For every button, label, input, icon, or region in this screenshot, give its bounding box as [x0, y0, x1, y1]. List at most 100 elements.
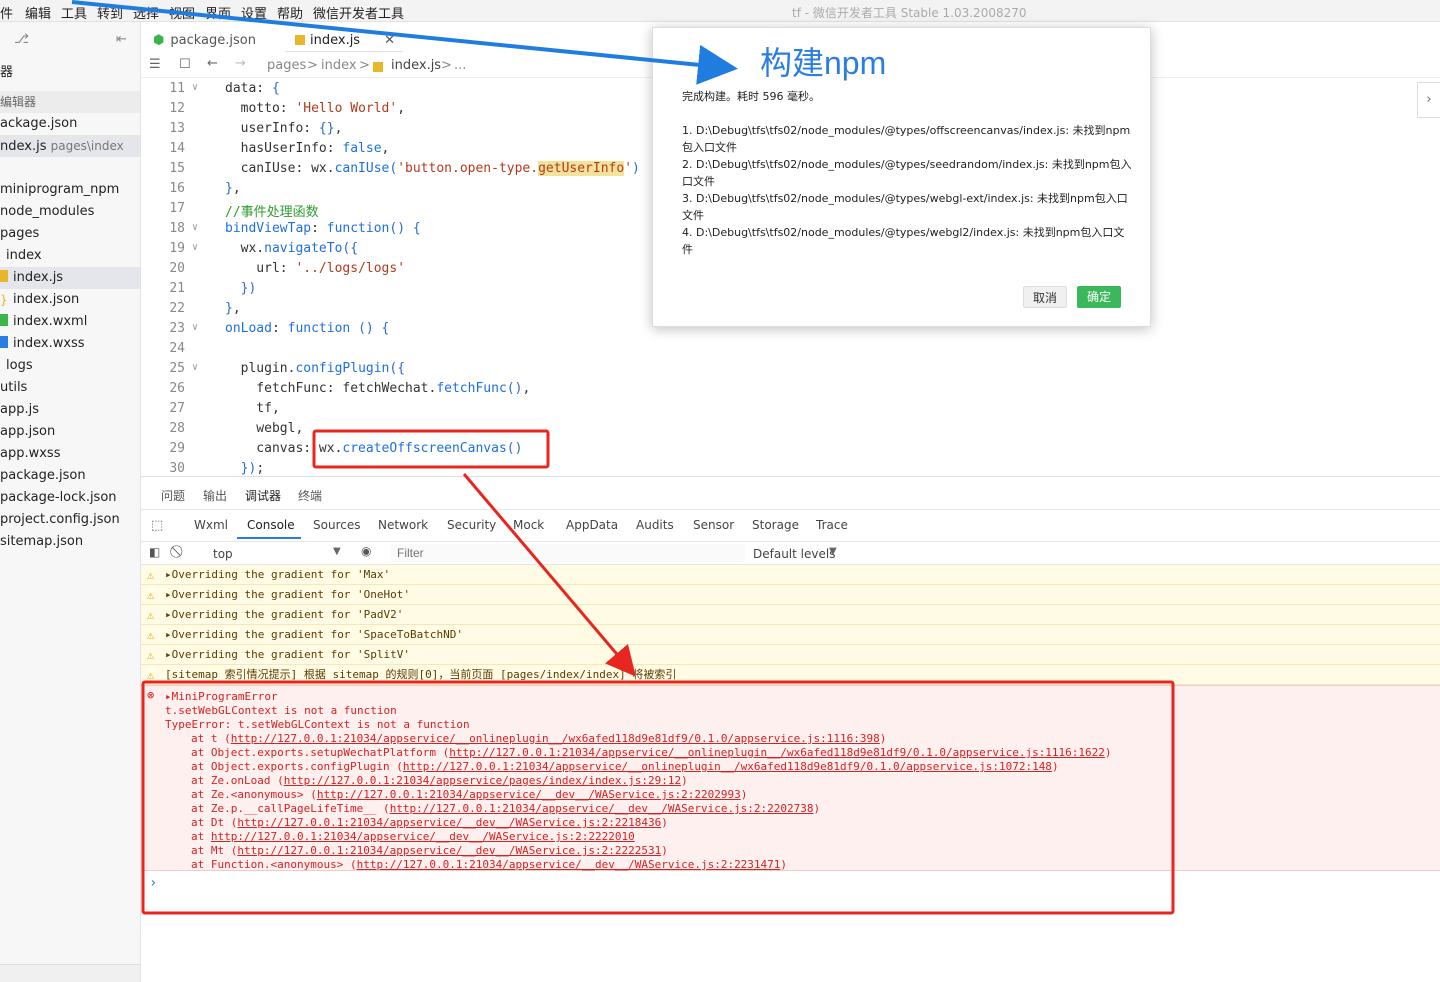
dialog-title: 构建npm: [760, 45, 887, 81]
chevron-down-icon[interactable]: ▼: [333, 546, 341, 557]
tab-security[interactable]: Security: [447, 518, 496, 532]
fold-chevron-icon[interactable]: ∨: [192, 82, 198, 93]
log-level-select[interactable]: Default levels: [753, 547, 835, 561]
menu-edit[interactable]: 编辑: [25, 3, 51, 22]
back-arrow-icon[interactable]: ←: [207, 56, 218, 71]
tree-item-pages[interactable]: pages: [0, 223, 140, 245]
menu-file[interactable]: 件: [0, 3, 13, 22]
menu-interface[interactable]: 界面: [205, 3, 231, 22]
tab-mock[interactable]: Mock: [513, 518, 544, 532]
menu-help[interactable]: 帮助: [277, 3, 303, 22]
menu-view[interactable]: 视图: [169, 3, 195, 22]
fold-chevron-icon[interactable]: ∨: [192, 362, 198, 373]
stack-link[interactable]: http://127.0.0.1:21034/appservice/pages/…: [284, 774, 681, 787]
tab-wxml[interactable]: Wxml: [194, 518, 228, 532]
console-warning[interactable]: ⚠ [sitemap 索引情况提示] 根据 sitemap 的规则[0]，当前页面…: [141, 665, 1440, 685]
line-number: 15: [169, 161, 185, 176]
fold-chevron-icon[interactable]: ∨: [192, 242, 198, 253]
open-file-package-json[interactable]: ackage.json: [0, 113, 140, 135]
tab-sources[interactable]: Sources: [313, 518, 360, 532]
tree-item-node-modules[interactable]: node_modules: [0, 201, 140, 223]
tree-item-miniprogram-npm[interactable]: miniprogram_npm: [0, 179, 140, 201]
ok-button[interactable]: 确定: [1077, 286, 1121, 308]
tree-item-utils[interactable]: utils: [0, 377, 140, 399]
tree-item-app-js[interactable]: app.js: [0, 399, 140, 421]
breadcrumb-pages[interactable]: pages: [267, 58, 306, 73]
tree-item-index-folder[interactable]: index: [0, 245, 140, 267]
error-title[interactable]: ▸MiniProgramError: [165, 690, 278, 703]
breadcrumb-more[interactable]: ...: [454, 58, 466, 73]
open-editors-header[interactable]: 编辑器: [0, 91, 140, 113]
console-output[interactable]: ⚠ ▸Overriding the gradient for 'Max' ⚠ ▸Ov…: [141, 565, 1440, 982]
stack-link[interactable]: http://127.0.0.1:21034/appservice/__dev_…: [237, 844, 661, 857]
branch-icon[interactable]: ⎇: [14, 32, 29, 47]
sidebar-toggle-icon[interactable]: ◧: [149, 545, 160, 559]
console-filter-input[interactable]: [391, 544, 745, 562]
console-warning[interactable]: ⚠ ▸Overriding the gradient for 'SpaceToBa…: [141, 625, 1440, 645]
console-filter-bar: ◧ ⃠ top ▼ ◉ Default levels ▼: [141, 541, 1440, 565]
bookmark-icon[interactable]: ☐: [179, 57, 191, 72]
tab-terminal[interactable]: 终端: [298, 487, 322, 504]
stack-link[interactable]: http://127.0.0.1:21034/appservice/__dev_…: [237, 816, 661, 829]
console-warning[interactable]: ⚠ ▸Overriding the gradient for 'OneHot': [141, 585, 1440, 605]
stack-link[interactable]: http://127.0.0.1:21034/appservice/__dev_…: [357, 858, 781, 871]
menu-wechat-devtools[interactable]: 微信开发者工具: [313, 3, 404, 22]
close-tab-icon[interactable]: ✕: [384, 33, 395, 48]
stack-frame: at Dt (http://127.0.0.1:21034/appservice…: [191, 816, 668, 829]
tree-item-index-js[interactable]: index.js: [0, 267, 140, 289]
menu-settings[interactable]: 设置: [241, 3, 267, 22]
menu-select[interactable]: 选择: [133, 3, 159, 22]
stack-link[interactable]: http://127.0.0.1:21034/appservice/__onli…: [403, 760, 1052, 773]
tree-item-app-wxss[interactable]: app.wxss: [0, 443, 140, 465]
tab-trace[interactable]: Trace: [816, 518, 848, 532]
expand-panel-chevron-icon[interactable]: ›: [1417, 82, 1440, 118]
stack-link[interactable]: http://127.0.0.1:21034/appservice/__dev_…: [317, 788, 741, 801]
tab-appdata[interactable]: AppData: [566, 518, 618, 532]
cancel-button[interactable]: 取消: [1023, 286, 1067, 308]
tree-item-project-config-json[interactable]: project.config.json: [0, 509, 140, 531]
fold-chevron-icon[interactable]: ∨: [192, 222, 198, 233]
tab-problems[interactable]: 问题: [161, 487, 185, 504]
tree-item-app-json[interactable]: app.json: [0, 421, 140, 443]
breadcrumb-index[interactable]: index: [321, 58, 357, 73]
console-warning[interactable]: ⚠ ▸Overriding the gradient for 'SplitV': [141, 645, 1440, 665]
menu-tools[interactable]: 工具: [61, 3, 87, 22]
tab-package-json[interactable]: ⬢ package.json: [153, 30, 283, 54]
breadcrumb-index-js[interactable]: index.js: [391, 58, 441, 73]
open-file-index-js[interactable]: ndex.js pages\index: [0, 135, 140, 157]
tab-console[interactable]: Console: [247, 518, 295, 532]
console-warning[interactable]: ⚠ ▸Overriding the gradient for 'Max': [141, 565, 1440, 585]
tab-sensor[interactable]: Sensor: [693, 518, 734, 532]
tree-item-logs[interactable]: logs: [0, 355, 140, 377]
console-prompt[interactable]: ›: [149, 875, 157, 891]
tree-item-index-json[interactable]: } index.json: [0, 289, 140, 311]
collapse-sidebar-icon[interactable]: ⇤: [116, 32, 127, 47]
stack-frame: at Mt (http://127.0.0.1:21034/appservice…: [191, 844, 668, 857]
forward-arrow-icon[interactable]: →: [235, 56, 246, 71]
tree-item-index-wxml[interactable]: index.wxml: [0, 311, 140, 333]
context-select[interactable]: top: [213, 547, 233, 561]
chevron-down-icon[interactable]: ▼: [829, 546, 837, 557]
tab-output[interactable]: 输出: [203, 487, 227, 504]
console-warning[interactable]: ⚠ ▸Overriding the gradient for 'PadV2': [141, 605, 1440, 625]
stack-link[interactable]: http://127.0.0.1:21034/appservice/__onli…: [231, 732, 880, 745]
inspect-element-icon[interactable]: ⬚: [151, 518, 163, 533]
tree-item-sitemap-json[interactable]: sitemap.json: [0, 531, 140, 553]
fold-chevron-icon[interactable]: ∨: [192, 322, 198, 333]
tab-index-js[interactable]: index.js ✕: [285, 30, 403, 54]
line-number: 30: [169, 461, 185, 476]
menu-goto[interactable]: 转到: [97, 3, 123, 22]
tree-item-index-wxss[interactable]: index.wxss: [0, 333, 140, 355]
eye-icon[interactable]: ◉: [361, 544, 371, 558]
tree-item-package-json[interactable]: package.json: [0, 465, 140, 487]
list-icon[interactable]: ☰: [149, 57, 161, 72]
tab-debugger[interactable]: 调试器: [245, 487, 281, 504]
console-error[interactable]: ⊗ ▸MiniProgramError t.setWebGLContext is…: [141, 685, 1440, 871]
stack-link[interactable]: http://127.0.0.1:21034/appservice/__dev_…: [390, 802, 814, 815]
stack-link[interactable]: http://127.0.0.1:21034/appservice/__dev_…: [211, 830, 635, 843]
tree-item-package-lock-json[interactable]: package-lock.json: [0, 487, 140, 509]
tab-audits[interactable]: Audits: [636, 518, 674, 532]
tab-network[interactable]: Network: [378, 518, 428, 532]
tab-storage[interactable]: Storage: [752, 518, 799, 532]
stack-link[interactable]: http://127.0.0.1:21034/appservice/__onli…: [449, 746, 1105, 759]
